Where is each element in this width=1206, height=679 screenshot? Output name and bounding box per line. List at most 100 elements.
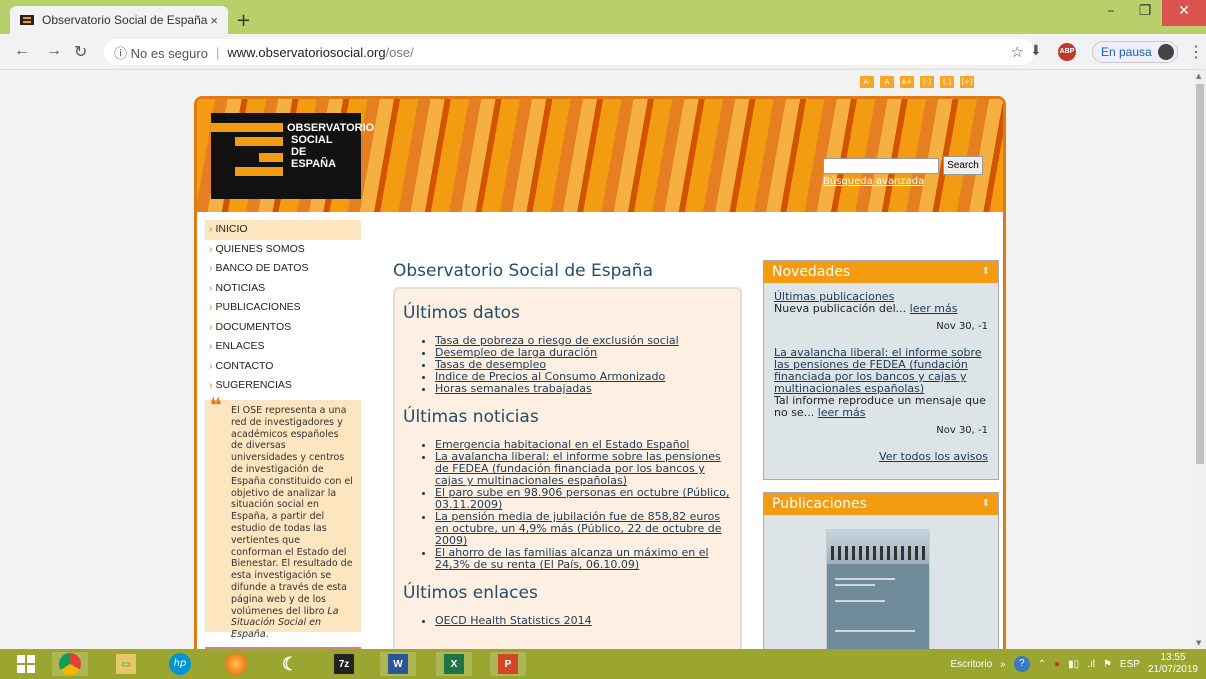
- read-more-link[interactable]: leer más: [910, 302, 958, 315]
- chevron-right-icon: ›: [209, 379, 213, 391]
- nav-item-noticias[interactable]: › NOTICIAS: [205, 279, 361, 299]
- logo-word: ESPAÑA: [291, 158, 337, 170]
- logo-bar: [235, 167, 283, 176]
- language-indicator[interactable]: ESP: [1120, 659, 1140, 670]
- noticia-link[interactable]: El paro sube en 98.906 personas en octub…: [435, 486, 729, 511]
- logo-bar: [235, 137, 283, 146]
- network-icon[interactable]: ▮▯: [1068, 659, 1079, 670]
- chevron-right-icon: ›: [209, 242, 213, 255]
- show-hidden-icons[interactable]: ⌃: [1038, 659, 1046, 670]
- quote-end: .: [265, 629, 269, 641]
- nav-item-quienes-somos[interactable]: › QUIENES SOMOS: [205, 240, 361, 260]
- width-narrow-button[interactable]: [-]: [920, 76, 934, 88]
- cover-text-line: [835, 600, 885, 602]
- taskbar-excel[interactable]: X: [436, 652, 472, 676]
- collapse-toggle-icon[interactable]: ⬍: [982, 261, 990, 283]
- datos-link[interactable]: Horas semanales trabajadas: [435, 382, 592, 395]
- forward-icon[interactable]: →: [46, 42, 62, 60]
- omnibox[interactable]: ⓘ No es seguro | www.observatoriosocial.…: [104, 39, 1034, 65]
- browser-tab[interactable]: Observatorio Social de España ×: [10, 6, 228, 34]
- antivirus-icon[interactable]: ●: [1054, 659, 1060, 670]
- back-icon[interactable]: ←: [14, 42, 30, 60]
- cover-text-line: [835, 578, 895, 580]
- tab-title: Observatorio Social de España: [42, 13, 208, 27]
- noticia-link[interactable]: La avalancha liberal: el informe sobre l…: [435, 450, 721, 487]
- security-indicator[interactable]: ⓘ No es seguro: [114, 43, 208, 62]
- novedades-box: Novedades ⬍ Últimas publicaciones Nueva …: [763, 260, 999, 480]
- nav-item-documentos[interactable]: › DOCUMENTOS: [205, 318, 361, 338]
- help-icon[interactable]: ?: [1013, 656, 1030, 672]
- windows-logo-icon: [17, 655, 35, 673]
- reload-icon[interactable]: ↻: [74, 42, 87, 62]
- page-title: Observatorio Social de España: [393, 261, 653, 281]
- close-window-icon[interactable]: ✕: [1162, 0, 1206, 26]
- profile-button[interactable]: En pausa: [1092, 41, 1178, 63]
- download-extension-icon[interactable]: ⬇: [1030, 42, 1042, 59]
- new-tab-button[interactable]: +: [236, 10, 251, 31]
- width-default-button[interactable]: [.]: [940, 76, 954, 88]
- noticias-heading: Últimas noticias: [403, 407, 539, 427]
- font-decrease-button[interactable]: A-: [860, 76, 874, 88]
- scroll-down-icon[interactable]: ▼: [1196, 639, 1201, 647]
- search-input[interactable]: [823, 157, 939, 174]
- taskbar-7zip[interactable]: 7z: [326, 652, 362, 676]
- book-cover-image[interactable]: [826, 529, 930, 649]
- clock[interactable]: 13:55 21/07/2019: [1148, 652, 1198, 676]
- taskbar-chrome[interactable]: [52, 652, 88, 676]
- page-scrollbar[interactable]: ▲ ▼: [1194, 70, 1206, 649]
- firefox-icon: [225, 653, 247, 675]
- signal-icon[interactable]: .ıl: [1087, 659, 1095, 670]
- scroll-up-icon[interactable]: ▲: [1196, 72, 1201, 80]
- nav-label: SUGERENCIAS: [215, 379, 292, 391]
- novedad-link[interactable]: La avalancha liberal: el informe sobre l…: [774, 346, 982, 395]
- collapse-toggle-icon[interactable]: ⬍: [982, 493, 990, 515]
- enlaces-list: OECD Health Statistics 2014: [403, 615, 732, 627]
- adblock-icon[interactable]: ABP: [1058, 43, 1076, 61]
- font-increase-button[interactable]: A+: [900, 76, 914, 88]
- nav-item-banco-de-datos[interactable]: › BANCO DE DATOS: [205, 259, 361, 279]
- width-wide-button[interactable]: [+]: [960, 76, 974, 88]
- read-more-link[interactable]: leer más: [818, 406, 866, 419]
- nav-item-sugerencias[interactable]: › SUGERENCIAS: [205, 376, 361, 396]
- taskbar-word[interactable]: W: [380, 652, 416, 676]
- taskbar-powerpoint[interactable]: P: [490, 652, 526, 676]
- chrome-menu-icon[interactable]: ⋮: [1188, 42, 1204, 62]
- minimize-icon[interactable]: –: [1094, 0, 1128, 26]
- nav-item-contacto[interactable]: › CONTACTO: [205, 357, 361, 377]
- taskbar-firefox[interactable]: [218, 652, 254, 676]
- novedad-text: Nueva publicación del...: [774, 302, 907, 315]
- site-logo[interactable]: OBSERVATORIO SOCIAL DE ESPAÑA: [211, 113, 374, 199]
- novedad-date: Nov 30, -1: [936, 321, 988, 332]
- enlace-link[interactable]: OECD Health Statistics 2014: [435, 614, 592, 627]
- desktop-toolbar[interactable]: Escritorio: [950, 659, 992, 670]
- close-tab-icon[interactable]: ×: [210, 13, 218, 28]
- scroll-thumb[interactable]: [1196, 84, 1204, 464]
- noticia-link[interactable]: La pensión media de jubilación fue de 85…: [435, 510, 722, 547]
- chevron-right-icon: ›: [209, 320, 213, 333]
- all-notices-link[interactable]: Ver todos los avisos: [879, 450, 988, 463]
- chevron-right-icon[interactable]: »: [1000, 659, 1006, 670]
- search-button[interactable]: Search: [943, 156, 983, 175]
- noticia-link[interactable]: El ahorro de las familias alcanza un máx…: [435, 546, 709, 571]
- avatar: [1158, 44, 1174, 60]
- bookmark-star-icon[interactable]: ☆: [1011, 43, 1024, 61]
- advanced-search-link[interactable]: Búsqueda avanzada: [823, 176, 939, 187]
- nav-item-inicio[interactable]: › INICIO: [205, 220, 361, 240]
- publicaciones-box: Publicaciones ⬍: [763, 492, 999, 649]
- nav-label: NOTICIAS: [215, 281, 266, 294]
- restore-icon[interactable]: ❐: [1128, 0, 1162, 26]
- publicaciones-header: Publicaciones ⬍: [764, 493, 998, 515]
- 7zip-icon: 7z: [334, 654, 354, 674]
- flag-icon[interactable]: ⚑: [1103, 659, 1112, 670]
- start-button[interactable]: [8, 652, 44, 676]
- taskbar-explorer[interactable]: ▭: [108, 652, 144, 676]
- address-bar-row: ← → ↻ ⓘ No es seguro | www.observatorios…: [0, 34, 1206, 70]
- font-reset-button[interactable]: A: [880, 76, 894, 88]
- nav-item-enlaces[interactable]: › ENLACES: [205, 337, 361, 357]
- list-item: La avalancha liberal: el informe sobre l…: [435, 451, 732, 487]
- nav-item-publicaciones[interactable]: › PUBLICACIONES: [205, 298, 361, 318]
- logo-word: SOCIAL: [291, 134, 333, 146]
- taskbar-app[interactable]: ☾: [272, 652, 308, 676]
- taskbar-hp[interactable]: hp: [162, 652, 198, 676]
- windows-taskbar: ▭ hp ☾ 7z W X P Escritorio » ? ⌃ ● ▮▯ .ı…: [0, 649, 1206, 679]
